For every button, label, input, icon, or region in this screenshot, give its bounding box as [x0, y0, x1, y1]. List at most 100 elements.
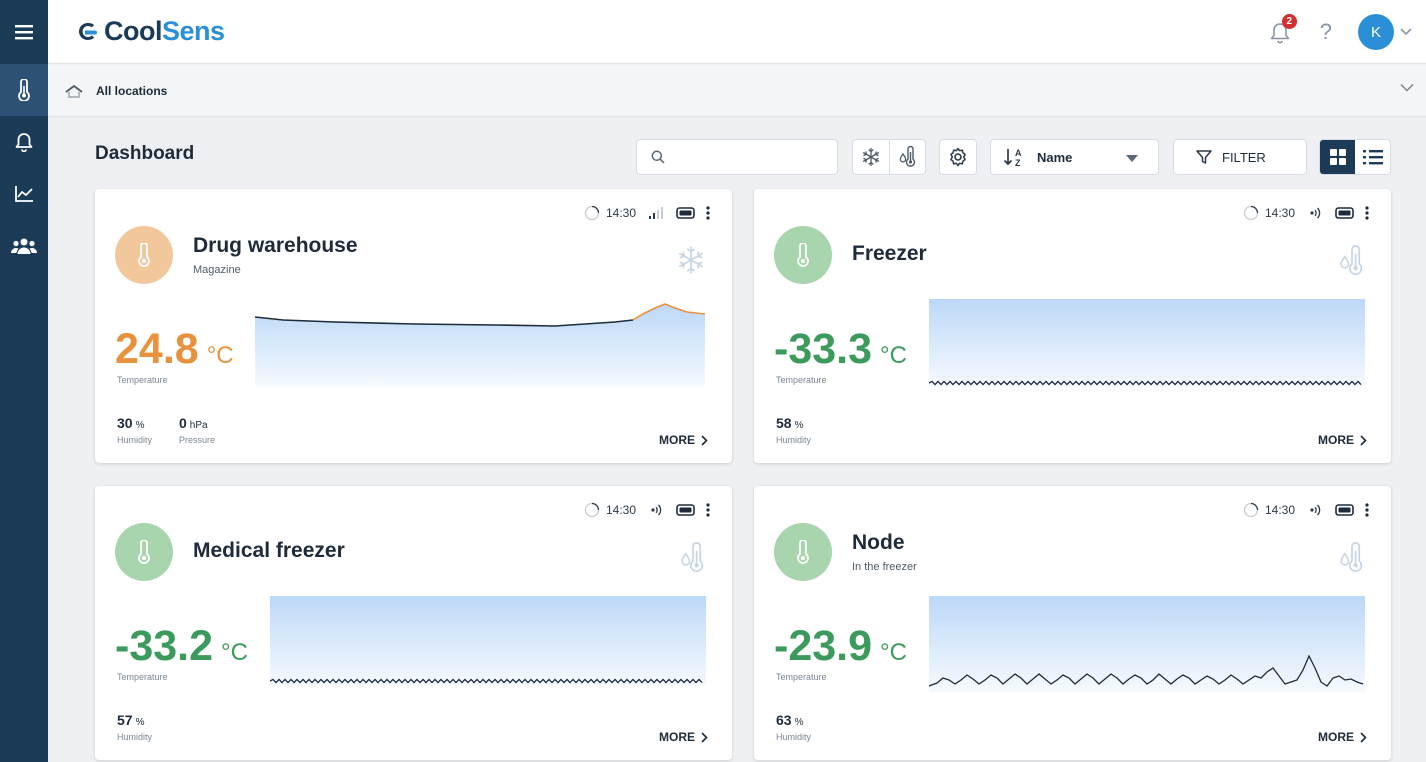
- chevron-down-icon[interactable]: [1400, 83, 1414, 92]
- radio-signal-icon: [651, 504, 662, 516]
- sensor-status-circle: [774, 523, 832, 581]
- card-title[interactable]: Drug warehouse: [193, 234, 358, 258]
- card-title[interactable]: Medical freezer: [193, 539, 345, 563]
- chevron-down-icon[interactable]: [1400, 28, 1412, 36]
- battery-icon: [1335, 207, 1354, 219]
- clock-refresh-icon: [1243, 205, 1259, 221]
- more-label: MORE: [659, 730, 695, 744]
- users-icon: [11, 238, 37, 254]
- humidity-metric: 57% Humidity: [117, 712, 152, 742]
- last-update-time: 14:30: [1264, 503, 1295, 517]
- snowflake-icon: [862, 148, 880, 166]
- temperature-label: Temperature: [776, 375, 827, 385]
- humidity-unit: %: [135, 717, 145, 728]
- thermometer-icon: [18, 79, 30, 101]
- thermometer-icon: [797, 540, 809, 564]
- more-vertical-icon[interactable]: [706, 503, 710, 517]
- logo-text-sens: Sens: [162, 16, 225, 46]
- sensor-card[interactable]: 14:30 Freezer -33.3 °C Temperature 58% H…: [754, 189, 1391, 463]
- snowflake-icon: [678, 246, 704, 274]
- grid-view-icon: [1329, 149, 1346, 165]
- more-label: MORE: [659, 433, 695, 447]
- temperature-value: -23.9: [774, 622, 873, 670]
- more-vertical-icon[interactable]: [1365, 503, 1369, 517]
- help-button[interactable]: ?: [1320, 19, 1332, 45]
- sensor-card[interactable]: 14:30 Node In the freezer -23.9 °C Tempe…: [754, 486, 1391, 760]
- sensor-card[interactable]: 14:30 Medical freezer -33.2 °C Temperatu…: [95, 486, 732, 760]
- sort-select[interactable]: AZ Name: [990, 139, 1159, 175]
- search-box[interactable]: [636, 139, 838, 175]
- temperature-chart: [255, 303, 706, 387]
- hamburger-icon: [15, 25, 33, 40]
- home-icon[interactable]: [64, 84, 84, 98]
- card-status: 14:30: [584, 502, 710, 518]
- sidebar-item-reports[interactable]: [0, 168, 48, 220]
- temperature-unit: °C: [221, 639, 248, 666]
- notifications-button[interactable]: 2: [1268, 14, 1297, 46]
- temperature-reading: 24.8 °C: [115, 325, 234, 374]
- sensor-status-circle: [115, 226, 173, 284]
- search-input[interactable]: [673, 149, 833, 165]
- temperature-label: Temperature: [117, 375, 168, 385]
- user-avatar[interactable]: K: [1358, 14, 1394, 50]
- sidebar-item-users[interactable]: [0, 220, 48, 272]
- page-title: Dashboard: [95, 143, 195, 164]
- battery-icon: [676, 207, 695, 219]
- humidity-value: 30: [117, 415, 133, 431]
- sort-az-icon: AZ: [1003, 148, 1022, 167]
- chevron-right-icon: [701, 731, 708, 743]
- pressure-label: Pressure: [179, 435, 216, 445]
- temperature-value: -33.2: [115, 622, 214, 670]
- chevron-right-icon: [1360, 434, 1367, 446]
- clock-refresh-icon: [584, 502, 600, 518]
- chart-line-icon: [15, 186, 33, 202]
- humidity-unit: %: [794, 717, 804, 728]
- more-label: MORE: [1318, 433, 1354, 447]
- sidebar-item-sensors[interactable]: [0, 64, 48, 116]
- chart-area: [270, 596, 706, 686]
- more-button[interactable]: MORE: [659, 433, 708, 447]
- card-title[interactable]: Node: [852, 531, 905, 555]
- humidity-thermometer-icon: [681, 542, 704, 572]
- freezer-type-button[interactable]: [853, 140, 889, 174]
- humidity-metric: 63% Humidity: [776, 712, 811, 742]
- more-vertical-icon[interactable]: [1365, 206, 1369, 220]
- more-button[interactable]: MORE: [1318, 730, 1367, 744]
- temperature-chart: [929, 596, 1365, 692]
- app-logo[interactable]: Cool Sens: [76, 16, 225, 47]
- caret-down-icon: [1126, 155, 1138, 162]
- chevron-right-icon: [1360, 731, 1367, 743]
- temperature-chart: [929, 299, 1365, 387]
- humidity-unit: %: [794, 420, 804, 431]
- sidebar: [0, 0, 48, 762]
- humidity-metric: 30% Humidity: [117, 415, 152, 445]
- humidity-value: 57: [117, 712, 133, 728]
- svg-text:Z: Z: [1015, 158, 1021, 167]
- filter-icon: [1196, 150, 1212, 164]
- settings-button[interactable]: [939, 139, 977, 175]
- filter-button[interactable]: FILTER: [1173, 139, 1307, 175]
- temperature-value: -33.3: [774, 325, 873, 373]
- logo-text-cool: Cool: [104, 16, 163, 46]
- humidity-value: 58: [776, 415, 792, 431]
- list-view-button[interactable]: [1355, 140, 1390, 174]
- grid-view-button[interactable]: [1320, 140, 1355, 174]
- sidebar-item-alarms[interactable]: [0, 116, 48, 168]
- more-button[interactable]: MORE: [1318, 433, 1367, 447]
- battery-icon: [676, 504, 695, 516]
- humidity-metric: 58% Humidity: [776, 415, 811, 445]
- temperature-reading: -23.9 °C: [774, 622, 907, 671]
- last-update-time: 14:30: [605, 206, 636, 220]
- thermometer-icon: [797, 243, 809, 267]
- card-title[interactable]: Freezer: [852, 242, 927, 266]
- humidity-unit: %: [135, 420, 145, 431]
- menu-button[interactable]: [0, 0, 48, 64]
- sensor-card[interactable]: 14:30 Drug warehouse Magazine 24.8 °C Te…: [95, 189, 732, 463]
- breadcrumb-all-locations[interactable]: All locations: [96, 84, 167, 98]
- more-button[interactable]: MORE: [659, 730, 708, 744]
- humidity-type-button[interactable]: [889, 140, 925, 174]
- list-view-icon: [1362, 150, 1383, 165]
- last-update-time: 14:30: [1264, 206, 1295, 220]
- humidity-label: Humidity: [117, 435, 153, 445]
- more-vertical-icon[interactable]: [706, 206, 710, 220]
